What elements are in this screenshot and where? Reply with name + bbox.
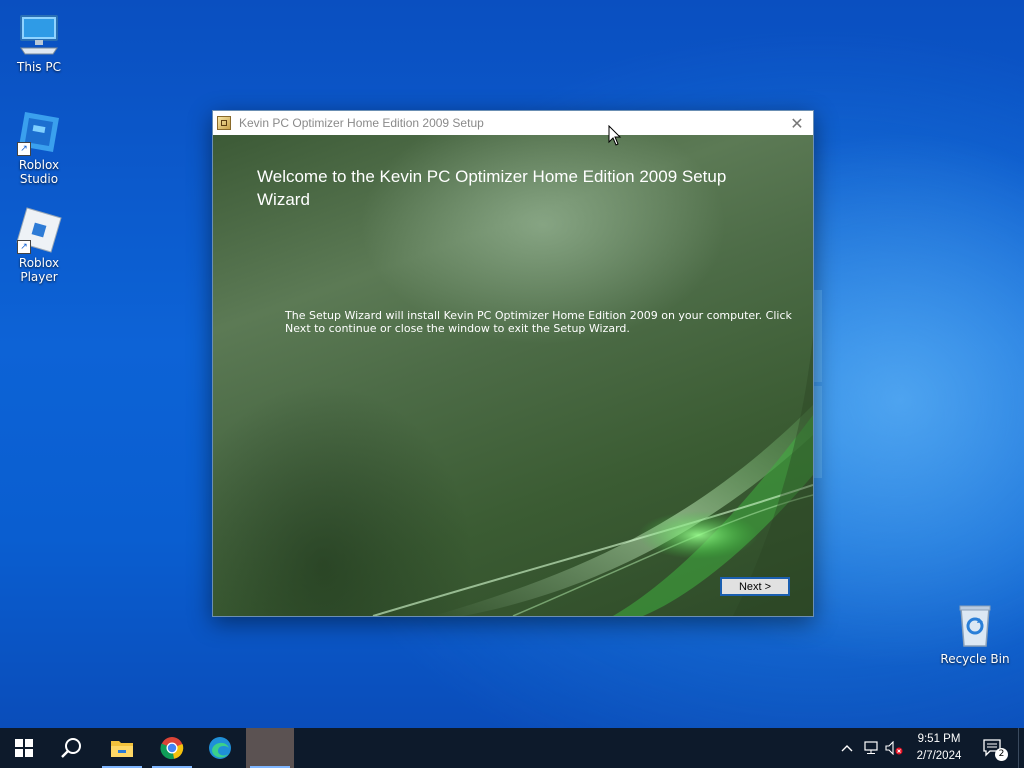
desktop-icon-roblox-player[interactable]: ↗ Roblox Player xyxy=(0,206,78,284)
show-hidden-icons-button[interactable] xyxy=(838,728,856,768)
window-title: Kevin PC Optimizer Home Edition 2009 Set… xyxy=(239,116,484,130)
close-icon: ✕ xyxy=(790,113,804,133)
volume-button[interactable] xyxy=(884,728,904,768)
taskbar-chrome[interactable] xyxy=(148,728,196,768)
wizard-description: The Setup Wizard will install Kevin PC O… xyxy=(285,309,792,335)
search-button[interactable] xyxy=(48,728,96,768)
start-button[interactable] xyxy=(0,728,48,768)
desktop-icon-this-pc[interactable]: This PC xyxy=(0,10,78,74)
taskbar-file-explorer[interactable] xyxy=(98,728,146,768)
taskbar-setup-app[interactable] xyxy=(246,728,294,768)
setup-wizard-window[interactable]: Kevin PC Optimizer Home Edition 2009 Set… xyxy=(212,110,814,617)
computer-icon xyxy=(15,10,63,58)
wizard-banner: Welcome to the Kevin PC Optimizer Home E… xyxy=(213,135,813,616)
roblox-studio-icon: ↗ xyxy=(15,108,63,156)
installer-app-icon xyxy=(217,116,231,130)
volume-muted-icon xyxy=(885,741,903,755)
action-center-button[interactable]: 2 xyxy=(978,728,1008,768)
next-button[interactable]: Next > xyxy=(720,577,790,596)
desktop-icon-roblox-studio[interactable]: ↗ Roblox Studio xyxy=(0,108,78,186)
chevron-up-icon xyxy=(841,745,853,752)
search-icon xyxy=(61,738,81,758)
wizard-heading: Welcome to the Kevin PC Optimizer Home E… xyxy=(257,167,727,209)
desktop-icon-label: Roblox Player xyxy=(18,256,60,284)
clock-time: 9:51 PM xyxy=(917,733,961,745)
title-bar[interactable]: Kevin PC Optimizer Home Edition 2009 Set… xyxy=(213,111,813,135)
taskbar-edge[interactable] xyxy=(196,728,244,768)
desktop-icon-label: This PC xyxy=(17,60,61,74)
close-button[interactable]: ✕ xyxy=(781,111,813,135)
roblox-player-icon: ↗ xyxy=(15,206,63,254)
clock-date: 2/7/2024 xyxy=(916,750,962,762)
recycle-bin-icon xyxy=(951,602,999,650)
clock[interactable]: 9:51 PM 2/7/2024 xyxy=(906,731,972,765)
chrome-icon xyxy=(160,737,184,760)
taskbar: 9:51 PM 2/7/2024 2 xyxy=(0,728,1024,768)
desktop-icon-label: Roblox Studio xyxy=(18,158,60,186)
network-icon xyxy=(864,741,878,754)
network-button[interactable] xyxy=(862,728,882,768)
windows-start-icon xyxy=(15,739,33,757)
desktop-icon-label: Recycle Bin xyxy=(940,652,1010,666)
desktop-icon-recycle-bin[interactable]: Recycle Bin xyxy=(936,602,1014,666)
mouse-cursor-icon xyxy=(608,125,622,146)
shortcut-arrow-icon: ↗ xyxy=(17,240,31,254)
edge-icon xyxy=(209,737,231,759)
notification-count-badge: 2 xyxy=(995,748,1008,761)
file-explorer-icon xyxy=(111,741,133,757)
show-desktop-button[interactable] xyxy=(1018,728,1024,768)
shortcut-arrow-icon: ↗ xyxy=(17,142,31,156)
